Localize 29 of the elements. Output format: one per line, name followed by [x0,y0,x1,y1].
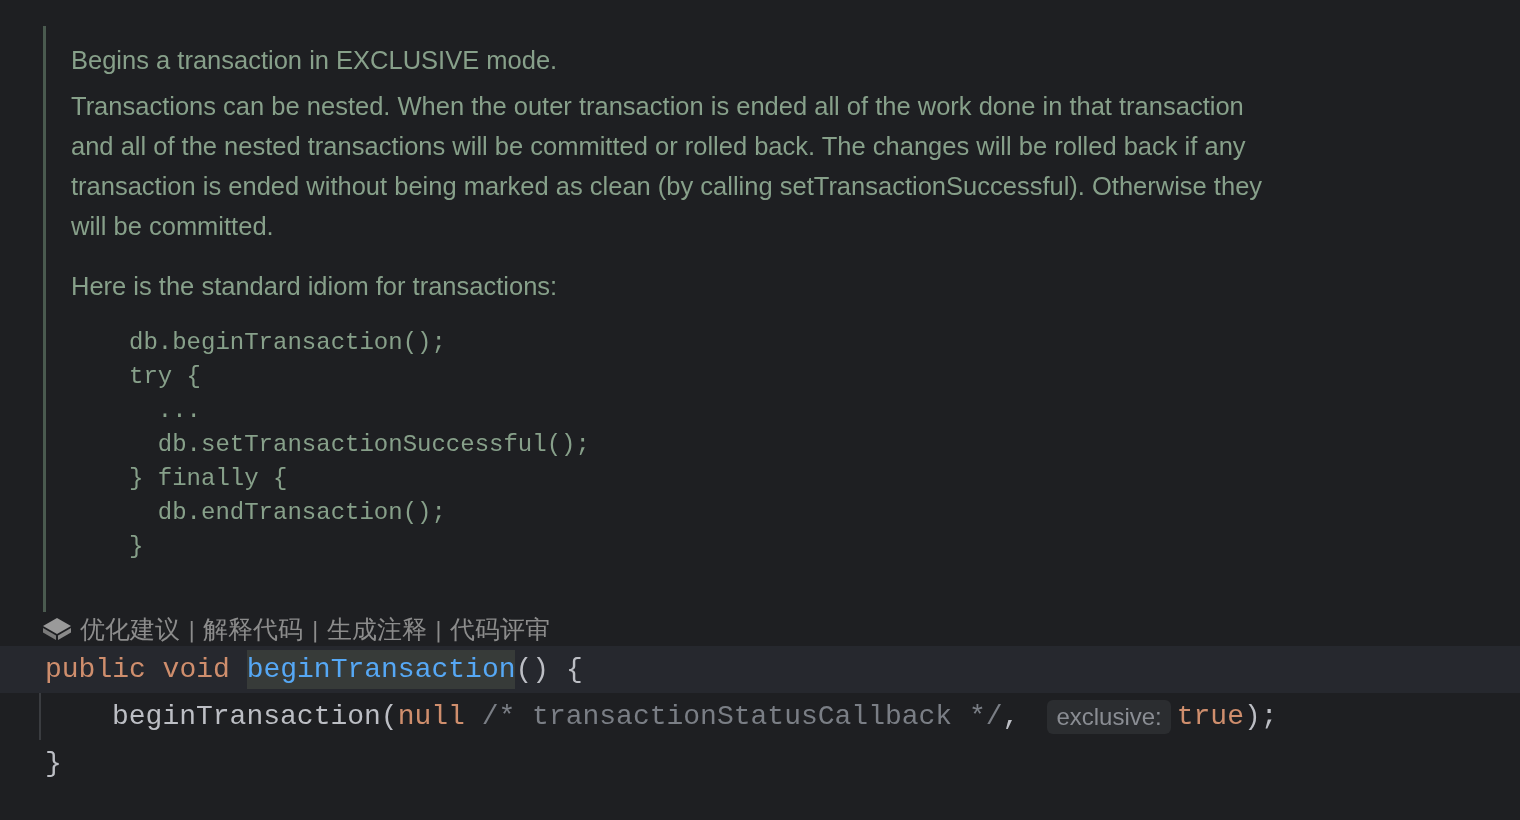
code-example-line: try { [129,362,201,392]
code-text: , [1002,701,1020,732]
doc-paragraph: Transactions can be nested. When the outer transaction is ended all of the work done in that transaction and all of the nested transactions will be committed or rolled back. The changes will be rolled back if any transaction is ended without being marked as clean (by calling setTransactionSuccessful). Otherwise they will be committed. [71,91,1264,242]
keyword: public void [45,654,231,685]
ai-action-link[interactable]: 优化建议 [80,612,180,646]
function-name: beginTransaction [246,650,516,689]
separator-text: | [188,616,196,642]
code-text: () { [515,654,583,685]
separator-text: | [434,616,443,642]
code-comment: /* transactionStatusCallback */ [480,701,1003,732]
doc-paragraph: Begins a transaction in EXCLUSIVE mode. [71,45,559,76]
code-example-line: db.beginTransaction(); [129,328,446,358]
ai-action-link[interactable]: 解释代码 [203,612,304,646]
doc-paragraph: Here is the standard idiom for transactions: [71,271,559,302]
keyword: null [397,701,465,732]
code-text: ); [1243,701,1278,732]
code-example-line: } [129,532,144,562]
ai-action-link[interactable]: 生成注释 [326,612,427,646]
separator-text: | [311,616,319,642]
parameter-hint: exclusive: [1047,699,1171,734]
code-text: } [45,748,62,779]
keyword: true [1176,701,1244,732]
code-text: beginTransaction( [112,701,398,732]
ai-action-link[interactable]: 代码评审 [450,612,551,646]
cube-icon[interactable] [42,617,72,641]
code-example-line: ... [156,396,201,426]
code-example-line: } finally { [129,464,288,494]
code-example-line: db.endTransaction(); [156,498,446,528]
code-example-line: db.setTransactionSuccessful(); [156,430,590,460]
